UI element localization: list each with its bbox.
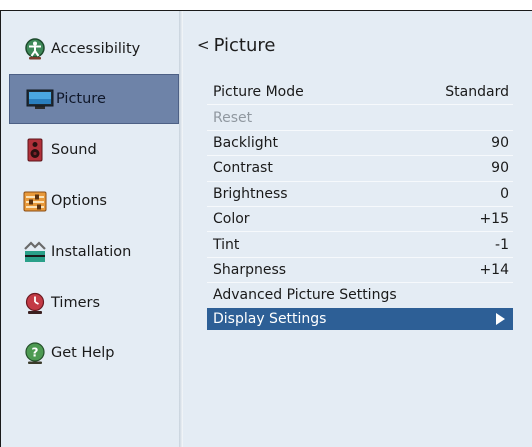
settings-window: Accessibility Picture Sound Options Inst…	[0, 10, 532, 447]
sidebar-item-label: Accessibility	[51, 41, 141, 57]
row-label: Contrast	[213, 160, 273, 177]
sidebar-item-label: Installation	[51, 244, 132, 260]
row-label: Display Settings	[213, 310, 327, 327]
speaker-icon	[27, 138, 43, 162]
sidebar-item-timers[interactable]: Timers	[9, 278, 179, 328]
sidebar-item-picture[interactable]: Picture	[9, 74, 179, 124]
menu-row-reset: Reset	[207, 105, 513, 131]
sidebar-item-sound[interactable]: Sound	[9, 125, 179, 175]
sidebar-item-get-help[interactable]: ? Get Help	[9, 328, 179, 378]
row-label: Sharpness	[213, 261, 287, 278]
row-value: 0	[500, 185, 509, 202]
back-button[interactable]: < Picture	[197, 35, 275, 56]
options-icon	[23, 191, 47, 212]
sidebar-item-label: Sound	[51, 142, 97, 158]
help-icon: ?	[25, 342, 45, 364]
sidebar-item-label: Get Help	[51, 345, 115, 361]
sidebar-item-installation[interactable]: Installation	[9, 227, 179, 277]
page-title: Picture	[213, 35, 276, 56]
menu-row-backlight[interactable]: Backlight 90	[207, 131, 513, 157]
timer-icon	[25, 292, 45, 314]
row-label: Brightness	[213, 185, 288, 202]
sidebar-item-options[interactable]: Options	[9, 176, 179, 226]
menu-row-display-settings[interactable]: Display Settings	[207, 307, 513, 330]
row-value: +15	[479, 211, 509, 228]
menu-row-sharpness[interactable]: Sharpness +14	[207, 258, 513, 284]
sidebar-item-label: Options	[51, 193, 107, 209]
row-label: Tint	[213, 236, 240, 253]
row-label: Advanced Picture Settings	[213, 287, 397, 304]
row-value: 90	[491, 160, 509, 177]
menu-row-color[interactable]: Color +15	[207, 207, 513, 233]
sidebar-item-accessibility[interactable]: Accessibility	[9, 24, 179, 74]
row-label: Backlight	[213, 134, 279, 151]
row-value: Standard	[445, 84, 509, 101]
menu-row-picture-mode[interactable]: Picture Mode Standard	[207, 80, 513, 106]
menu-row-advanced-picture-settings[interactable]: Advanced Picture Settings	[207, 283, 513, 307]
row-label: Color	[213, 211, 250, 228]
sidebar: Accessibility Picture Sound Options Inst…	[1, 11, 179, 447]
menu-row-tint[interactable]: Tint -1	[207, 232, 513, 258]
installation-icon	[24, 241, 46, 262]
arrow-right-icon	[496, 312, 505, 325]
chevron-left-icon: <	[197, 36, 210, 54]
menu-row-brightness[interactable]: Brightness 0	[207, 182, 513, 207]
accessibility-icon	[25, 38, 45, 60]
picture-settings-list: Picture Mode Standard Reset Backlight 90…	[207, 80, 513, 330]
row-value: -1	[495, 236, 509, 253]
row-label: Picture Mode	[213, 84, 304, 101]
row-value: +14	[479, 261, 509, 278]
svg-text:?: ?	[32, 346, 39, 360]
row-value: 90	[491, 134, 509, 151]
sidebar-item-label: Timers	[51, 295, 101, 311]
sidebar-item-label: Picture	[56, 91, 106, 107]
picture-panel: < Picture Picture Mode Standard Reset Bac…	[183, 11, 532, 447]
picture-icon	[26, 89, 54, 109]
menu-row-contrast[interactable]: Contrast 90	[207, 156, 513, 182]
row-label: Reset	[213, 109, 253, 126]
